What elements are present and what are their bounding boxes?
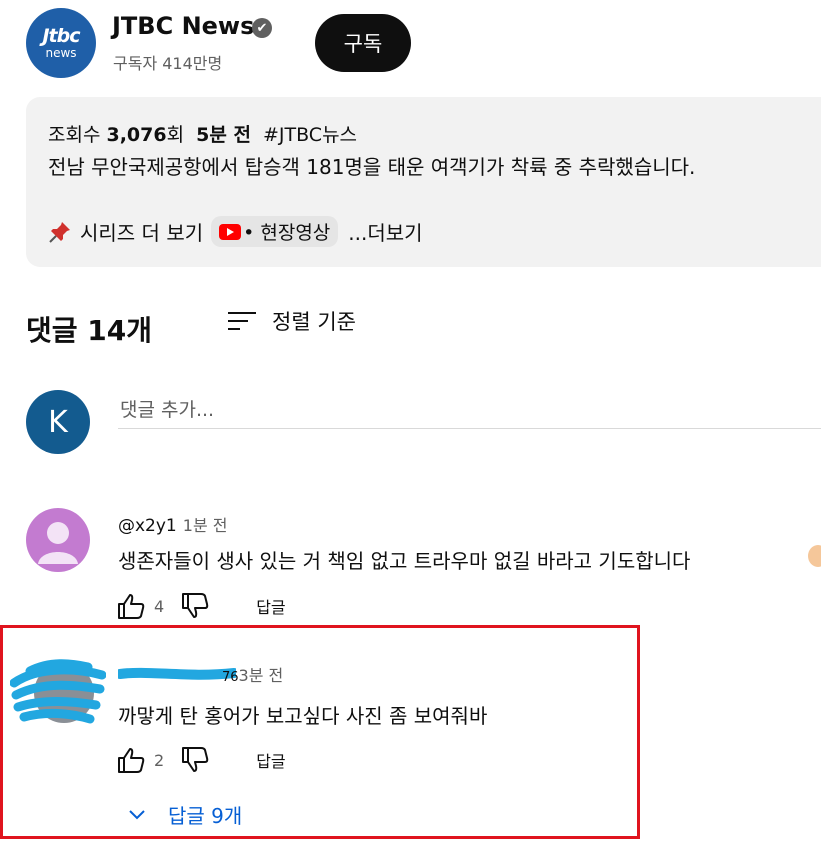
chevron-down-icon bbox=[129, 809, 145, 819]
comments-count-title: 댓글 14개 bbox=[26, 314, 152, 347]
channel-logo-subtext: news bbox=[45, 46, 77, 60]
comment-text: 까맣게 탄 홍어가 보고싶다 사진 좀 보여줘바 bbox=[118, 704, 488, 728]
view-count: 3,076 bbox=[106, 124, 167, 146]
subscriber-count: 구독자 414만명 bbox=[113, 54, 223, 73]
channel-avatar[interactable]: Jtbc news bbox=[26, 8, 96, 78]
sort-label: 정렬 기준 bbox=[272, 310, 356, 334]
show-more-link[interactable]: ...더보기 bbox=[348, 217, 422, 246]
sort-button[interactable]: 정렬 기준 bbox=[226, 306, 356, 336]
comment-time[interactable]: 3분 전 bbox=[239, 666, 284, 685]
playlist-chip-label: • 현장영상 bbox=[243, 222, 331, 244]
redacted-avatar bbox=[10, 659, 106, 724]
channel-name[interactable]: JTBC News bbox=[112, 12, 254, 40]
views-prefix: 조회수 bbox=[48, 124, 107, 146]
comment-author[interactable]: @x2y1 bbox=[118, 516, 177, 536]
description-text: 전남 무안국제공항에서 탑승객 181명을 태운 여객기가 착륙 중 추락했습니… bbox=[48, 155, 696, 179]
dislike-icon[interactable] bbox=[180, 591, 210, 621]
comment-author-row: 763분 전 bbox=[222, 662, 283, 686]
comment-actions: 2 답글 bbox=[116, 745, 286, 775]
views-suffix: 회 bbox=[166, 124, 185, 146]
like-count: 2 bbox=[154, 750, 165, 770]
dislike-icon[interactable] bbox=[180, 745, 210, 775]
youtube-play-icon bbox=[219, 223, 242, 240]
reply-button[interactable]: 답글 bbox=[256, 748, 285, 772]
replies-count: 답글 9개 bbox=[168, 804, 243, 828]
series-more-link[interactable]: 시리즈 더 보기 bbox=[80, 217, 203, 246]
view-replies-button[interactable]: 답글 9개 bbox=[128, 800, 242, 829]
pushpin-icon bbox=[49, 221, 70, 243]
comment-text: 생존자들이 생사 있는 거 책임 없고 트라우마 없길 바라고 기도합니다 bbox=[118, 549, 691, 573]
like-count: 4 bbox=[154, 596, 165, 616]
reply-button[interactable]: 답글 bbox=[256, 594, 285, 618]
comment-author-partial[interactable]: 76 bbox=[222, 670, 239, 685]
like-icon[interactable] bbox=[116, 745, 146, 775]
commenter-avatar[interactable] bbox=[26, 508, 90, 572]
hashtag-link[interactable]: #JTBC뉴스 bbox=[263, 124, 357, 146]
default-user-icon bbox=[38, 522, 78, 564]
comment-actions: 4 답글 bbox=[116, 591, 286, 621]
user-avatar: K bbox=[26, 390, 90, 454]
series-row: 시리즈 더 보기 • 현장영상 ...더보기 bbox=[48, 216, 423, 247]
upload-age: 5분 전 bbox=[196, 124, 251, 146]
add-comment-input[interactable] bbox=[118, 392, 821, 429]
verified-icon: ✔ bbox=[252, 18, 272, 38]
like-icon[interactable] bbox=[116, 591, 146, 621]
redacted-name bbox=[118, 667, 236, 680]
subscribe-button[interactable]: 구독 bbox=[315, 14, 411, 72]
sort-icon bbox=[228, 312, 256, 330]
playlist-chip[interactable]: • 현장영상 bbox=[211, 216, 339, 247]
comment-time[interactable]: 1분 전 bbox=[183, 516, 228, 535]
comment-author-row: @x2y1 1분 전 bbox=[118, 512, 227, 536]
emoji-icon bbox=[808, 545, 821, 567]
channel-logo-text: Jtbc bbox=[42, 25, 80, 47]
video-meta: 조회수 3,076회 5분 전 #JTBC뉴스 bbox=[48, 120, 357, 147]
